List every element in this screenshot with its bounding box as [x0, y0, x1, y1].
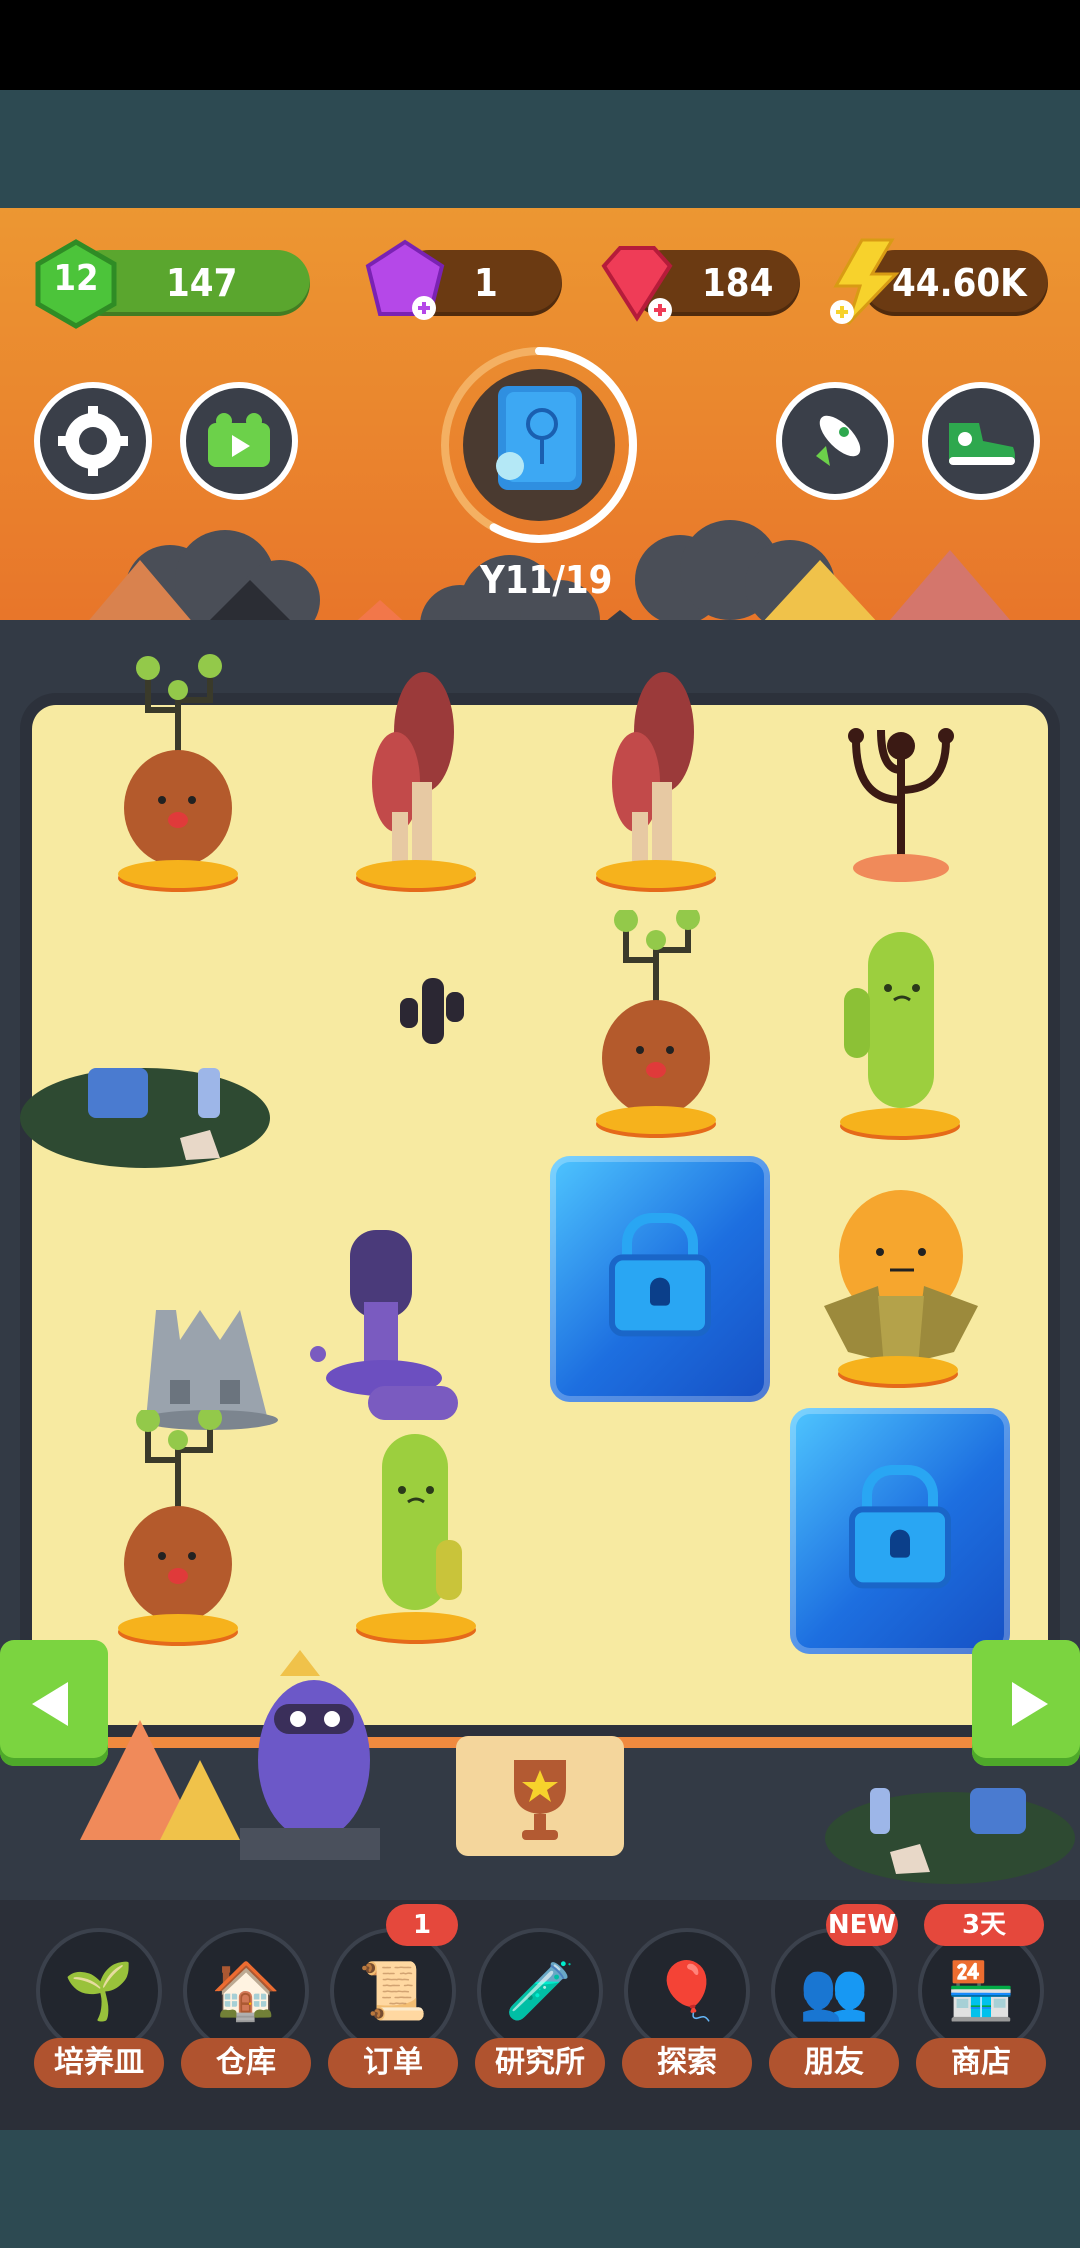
locked-plot[interactable]: [550, 1156, 770, 1402]
sprout-plant[interactable]: [118, 1406, 238, 1642]
nav-label: 订单: [328, 2038, 458, 2088]
plant-pad: [840, 1108, 960, 1136]
nav-label: 仓库: [181, 2038, 311, 2088]
small-cactus-sprout[interactable]: [394, 972, 470, 1048]
leafy-orange-plant[interactable]: [818, 1186, 984, 1386]
factory-icon: [142, 1310, 278, 1430]
bottom-decor-band: [0, 2130, 1080, 2248]
sneaker-speed-button[interactable]: [922, 382, 1040, 500]
red-gem-count: 184: [702, 261, 774, 305]
status-bar: [0, 0, 1080, 90]
sprout-icon: Y: [480, 558, 505, 602]
nav-label: 探索: [622, 2038, 752, 2088]
red-pillar-plant[interactable]: [356, 672, 476, 890]
scroll-icon: 📜: [330, 1928, 456, 2054]
sludge-pipe-icon: [310, 1230, 458, 1420]
next-field-button[interactable]: [972, 1640, 1080, 1766]
sprout-plant[interactable]: [118, 650, 238, 890]
pollution-puddle[interactable]: [820, 1778, 1080, 1888]
nav-laboratory[interactable]: 🧪 研究所: [475, 1928, 605, 2088]
plant-pad: [596, 860, 716, 888]
plant-pad: [838, 1356, 958, 1384]
video-ad-button[interactable]: [180, 382, 298, 500]
pyramid-decor: [80, 1720, 240, 1840]
thorny-tree-art: [848, 728, 954, 882]
pollution-puddle[interactable]: [10, 1048, 280, 1178]
red-pillar-plant-art: [372, 672, 454, 872]
cactus-plant-art: [382, 1434, 462, 1610]
plant-pad: [118, 1614, 238, 1642]
nav-warehouse[interactable]: 🏠 仓库: [181, 1928, 311, 2088]
sneaker-icon: [949, 423, 1015, 465]
red-pillar-plant-art: [612, 672, 694, 872]
rocket-boost-button[interactable]: [776, 382, 894, 500]
factory-pollution[interactable]: [140, 1280, 280, 1430]
sprout-plant-art: [124, 1406, 232, 1622]
lightning-icon[interactable]: [822, 236, 908, 326]
plant-pad: [356, 1612, 476, 1640]
nav-label: 商店: [916, 2038, 1046, 2088]
nav-shop[interactable]: 🏪 商店: [916, 1928, 1046, 2088]
trophy-icon: [514, 1760, 566, 1840]
video-camera-icon: [208, 413, 270, 467]
hot-air-balloon-icon: 🎈: [624, 1928, 750, 2054]
locked-plot[interactable]: [790, 1408, 1010, 1654]
nav-orders[interactable]: 📜 订单: [328, 1928, 458, 2088]
nav-label: 朋友: [769, 2038, 899, 2088]
barn-icon: 🏠: [183, 1928, 309, 2054]
lab-icon: 🧪: [477, 1928, 603, 2054]
nav-friends[interactable]: 👥 朋友: [769, 1928, 899, 2088]
plant-pad: [356, 860, 476, 888]
sprout-plant-art: [124, 654, 232, 866]
sprout-plant[interactable]: [596, 906, 716, 1136]
energy-value: 44.60K: [892, 261, 1027, 305]
shop-timer-badge: 3天: [924, 1904, 1044, 1946]
cactus-plant[interactable]: [356, 1430, 476, 1640]
plant-pad: [118, 860, 238, 888]
xp-value: 147: [166, 261, 238, 305]
nav-explore[interactable]: 🎈 探索: [622, 1928, 752, 2088]
settings-button[interactable]: [34, 382, 152, 500]
purple-gem-icon[interactable]: [362, 238, 448, 324]
top-decor-band: [0, 90, 1080, 208]
friends-new-badge: NEW: [826, 1904, 898, 1946]
nav-label: 研究所: [475, 2038, 605, 2088]
plant-pad: [596, 1106, 716, 1134]
red-pillar-plant[interactable]: [596, 672, 716, 890]
cactus-plant[interactable]: [840, 928, 960, 1136]
orders-badge: 1: [386, 1904, 458, 1946]
sprout-dish-icon: 🌱: [36, 1928, 162, 2054]
nav-petri-dish[interactable]: 🌱 培养皿: [34, 1928, 164, 2088]
keyhole: [890, 1529, 910, 1558]
monster-character[interactable]: [240, 1640, 400, 1870]
friends-icon: 👥: [771, 1928, 897, 2054]
purple-sludge-pipe[interactable]: [304, 1226, 464, 1426]
arrow-right-icon: [1012, 1682, 1048, 1726]
small-cactus-art: [400, 978, 464, 1044]
gear-icon: [58, 406, 128, 476]
progress-count: 11/19: [504, 558, 613, 602]
level-number: 12: [53, 258, 99, 299]
sprout-plant-art: [602, 906, 710, 1116]
keyhole: [650, 1277, 670, 1306]
nav-label: 培养皿: [34, 2038, 164, 2088]
trophy-sign[interactable]: [456, 1736, 624, 1856]
rocket-icon: [816, 415, 861, 466]
thorny-tree-plant[interactable]: [826, 710, 976, 886]
shop-icon: 🏪: [918, 1928, 1044, 2054]
progress-label: Y11/19: [480, 558, 612, 602]
cactus-plant-art: [844, 932, 934, 1108]
purple-gem-count: 1: [474, 261, 498, 305]
red-gem-icon[interactable]: [594, 240, 680, 326]
book-icon: [496, 386, 582, 490]
